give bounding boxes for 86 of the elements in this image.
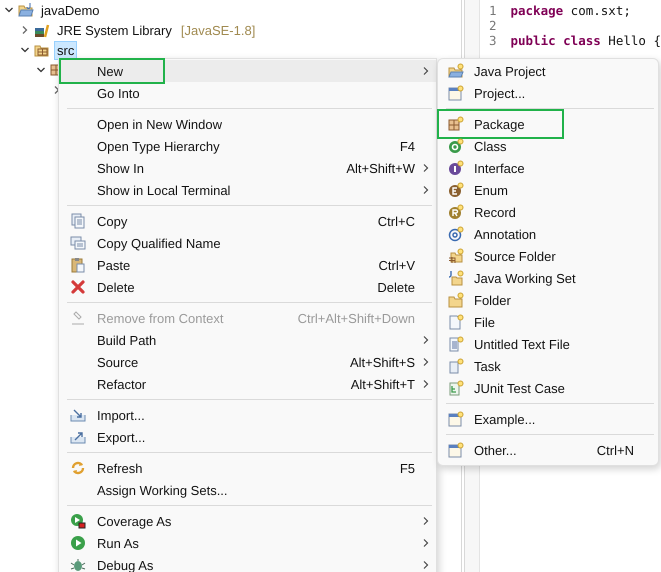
shortcut-label: Ctrl+V	[378, 258, 415, 272]
menu-item[interactable]: Package	[438, 113, 658, 135]
file-icon	[448, 314, 464, 330]
menu-item[interactable]: Debug As	[59, 554, 436, 572]
menu-item[interactable]: Build Path	[59, 329, 436, 351]
copy-icon	[70, 213, 86, 229]
menu-item[interactable]: Run As	[59, 532, 436, 554]
at-sign-icon	[448, 226, 464, 242]
text-file-icon	[448, 336, 464, 352]
test-case-icon	[448, 380, 464, 396]
new-window-icon	[448, 411, 464, 427]
code-line: package com.sxt;	[510, 3, 631, 18]
menu-item[interactable]: Refactor Alt+Shift+T	[59, 373, 436, 395]
menu-item[interactable]: Export...	[59, 426, 436, 448]
shortcut-label: Alt+Shift+W	[346, 160, 415, 176]
menu-item[interactable]: Interface	[438, 157, 658, 179]
shortcut-label: Ctrl+Alt+Shift+Down	[298, 310, 415, 326]
version-label: [JavaSE-1.8]	[180, 22, 256, 38]
menu-item[interactable]: Java Project	[438, 60, 658, 82]
menu-item[interactable]: Record	[438, 201, 658, 223]
menu-item[interactable]: Copy Qualified Name	[59, 232, 436, 254]
package-icon	[50, 62, 58, 78]
menu-item[interactable]: Java Working Set	[438, 267, 658, 289]
import-icon	[70, 407, 86, 423]
menu-item[interactable]: New	[59, 60, 436, 82]
menu-item[interactable]: Paste Ctrl+V	[59, 254, 436, 276]
tree-item[interactable]: JRE System Library	[54, 20, 175, 40]
menu-item[interactable]: Go Into	[59, 82, 436, 104]
menu-item[interactable]: Show in Local Terminal	[59, 179, 436, 201]
enum-icon	[448, 182, 464, 198]
shortcut-label: F5	[400, 460, 415, 476]
menu-item[interactable]: Copy Ctrl+C	[59, 210, 436, 232]
new-window-icon	[448, 85, 464, 101]
project-folder-icon	[448, 63, 464, 79]
line-number: 2	[488, 18, 496, 33]
copy-icon	[70, 235, 86, 251]
menu-item[interactable]: Show In Alt+Shift+W	[59, 157, 436, 179]
folder-icon	[448, 292, 464, 308]
menu-item[interactable]: Delete Delete	[59, 276, 436, 298]
package-icon	[448, 116, 464, 132]
task-icon	[448, 358, 464, 374]
menu-item[interactable]: Source Alt+Shift+S	[59, 351, 436, 373]
remove-context-icon	[70, 310, 86, 326]
shortcut-label: Ctrl+N	[596, 442, 634, 458]
coverage-icon	[70, 513, 86, 529]
refresh-icon	[70, 460, 86, 476]
interface-icon	[448, 160, 464, 176]
menu-item[interactable]: Open Type Hierarchy F4	[59, 135, 436, 157]
bug-icon	[70, 557, 86, 572]
menu-item[interactable]: Assign Working Sets...	[59, 479, 436, 501]
project-icon	[18, 2, 34, 18]
library-icon	[34, 22, 50, 38]
menu-item[interactable]: Enum	[438, 179, 658, 201]
shortcut-label: Alt+Shift+T	[350, 376, 415, 392]
tree-item[interactable]: src	[54, 40, 78, 60]
menu-item[interactable]: Annotation	[438, 223, 658, 245]
shortcut-label: Delete	[377, 280, 415, 294]
shortcut-label: Ctrl+C	[378, 214, 415, 228]
tree-item[interactable]: javaDemo	[38, 0, 103, 20]
clipboard-icon	[70, 257, 86, 273]
menu-item[interactable]: Import...	[59, 404, 436, 426]
new-window-icon	[448, 442, 464, 458]
run-icon	[70, 535, 86, 551]
line-number: 3	[488, 33, 496, 48]
menu-item[interactable]: Open in New Window	[59, 113, 436, 135]
shortcut-label: Alt+Shift+S	[350, 354, 415, 370]
menu-item[interactable]: Source Folder	[438, 245, 658, 267]
menu-item[interactable]: Project...	[438, 82, 658, 104]
menu-item[interactable]: JUnit Test Case	[438, 377, 658, 399]
source-folder-icon	[448, 248, 464, 264]
code-line: public class Hello {	[510, 33, 661, 48]
menu-item[interactable]: Other... Ctrl+N	[438, 439, 658, 461]
shortcut-label: F4	[400, 138, 415, 154]
menu-item[interactable]: Untitled Text File	[438, 333, 658, 355]
menu-item[interactable]: Coverage As	[59, 510, 436, 532]
delete-icon	[70, 279, 86, 295]
menu-item[interactable]: Folder	[438, 289, 658, 311]
record-icon	[448, 204, 464, 220]
line-number: 1	[488, 3, 496, 18]
menu-item[interactable]: File	[438, 311, 658, 333]
menu-item[interactable]: Task	[438, 355, 658, 377]
working-set-icon	[448, 270, 464, 286]
menu-item[interactable]: Refresh F5	[59, 457, 436, 479]
menu-item[interactable]: Example...	[438, 408, 658, 430]
menu-item[interactable]: Class	[438, 135, 658, 157]
class-icon	[448, 138, 464, 154]
